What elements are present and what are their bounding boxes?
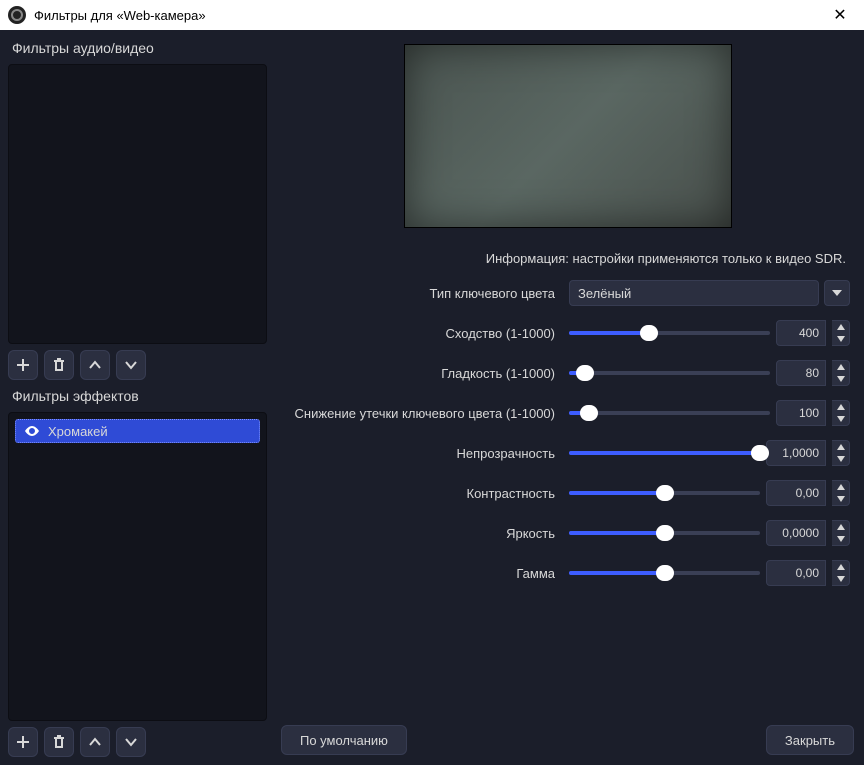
setting-row: Гамма 0,00 bbox=[281, 560, 850, 586]
slider[interactable] bbox=[569, 411, 770, 415]
spin-buttons[interactable] bbox=[832, 400, 850, 426]
spin-up-icon[interactable] bbox=[832, 321, 849, 333]
preview-area bbox=[281, 38, 854, 234]
setting-row: Снижение утечки ключевого цвета (1-1000)… bbox=[281, 400, 850, 426]
slider[interactable] bbox=[569, 371, 770, 375]
slider[interactable] bbox=[569, 331, 770, 335]
value-input[interactable]: 0,00 bbox=[766, 560, 826, 586]
av-filters-label: Фильтры аудио/видео bbox=[8, 38, 267, 58]
av-add-button[interactable] bbox=[8, 350, 38, 380]
row-key-color-type: Тип ключевого цвета Зелёный bbox=[281, 280, 850, 306]
filter-item-label: Хромакей bbox=[48, 424, 108, 439]
slider[interactable] bbox=[569, 571, 760, 575]
slider-thumb[interactable] bbox=[656, 485, 674, 501]
slider-thumb[interactable] bbox=[580, 405, 598, 421]
slider[interactable] bbox=[569, 451, 760, 455]
spin-up-icon[interactable] bbox=[832, 401, 849, 413]
setting-label: Яркость bbox=[281, 526, 561, 541]
av-move-up-button[interactable] bbox=[80, 350, 110, 380]
slider-thumb[interactable] bbox=[751, 445, 769, 461]
left-panel: Фильтры аудио/видео Фильтры эффектов Хро… bbox=[0, 30, 275, 765]
value-input[interactable]: 0,00 bbox=[766, 480, 826, 506]
setting-label: Гладкость (1-1000) bbox=[281, 366, 561, 381]
key-type-dropdown[interactable]: Зелёный bbox=[569, 280, 819, 306]
defaults-button[interactable]: По умолчанию bbox=[281, 725, 407, 755]
key-type-dropdown-arrow[interactable] bbox=[824, 280, 850, 306]
spin-up-icon[interactable] bbox=[832, 561, 849, 573]
value-input[interactable]: 0,0000 bbox=[766, 520, 826, 546]
slider[interactable] bbox=[569, 491, 760, 495]
spin-buttons[interactable] bbox=[832, 520, 850, 546]
value-input[interactable]: 80 bbox=[776, 360, 826, 386]
av-filters-list[interactable] bbox=[8, 64, 267, 344]
spin-buttons[interactable] bbox=[832, 360, 850, 386]
spin-down-icon[interactable] bbox=[832, 493, 849, 505]
setting-label: Гамма bbox=[281, 566, 561, 581]
av-move-down-button[interactable] bbox=[116, 350, 146, 380]
setting-label: Сходство (1-1000) bbox=[281, 326, 561, 341]
titlebar: Фильтры для «Web-камера» ✕ bbox=[0, 0, 864, 30]
slider-thumb[interactable] bbox=[656, 565, 674, 581]
setting-label: Снижение утечки ключевого цвета (1-1000) bbox=[281, 406, 561, 421]
close-button[interactable]: Закрыть bbox=[766, 725, 854, 755]
value-input[interactable]: 400 bbox=[776, 320, 826, 346]
spin-down-icon[interactable] bbox=[832, 373, 849, 385]
settings-area: Информация: настройки применяются только… bbox=[281, 244, 854, 717]
setting-label: Контрастность bbox=[281, 486, 561, 501]
key-type-value: Зелёный bbox=[578, 286, 631, 301]
fx-filters-label: Фильтры эффектов bbox=[8, 386, 267, 406]
spin-buttons[interactable] bbox=[832, 440, 850, 466]
value-input[interactable]: 100 bbox=[776, 400, 826, 426]
fx-filters-list[interactable]: Хромакей bbox=[8, 412, 267, 721]
slider-thumb[interactable] bbox=[656, 525, 674, 541]
av-toolbar bbox=[8, 350, 267, 380]
fx-delete-button[interactable] bbox=[44, 727, 74, 757]
spin-up-icon[interactable] bbox=[832, 441, 849, 453]
spin-buttons[interactable] bbox=[832, 560, 850, 586]
filter-item-chromakey[interactable]: Хромакей bbox=[15, 419, 260, 443]
window-title: Фильтры для «Web-камера» bbox=[34, 8, 820, 23]
setting-row: Гладкость (1-1000) 80 bbox=[281, 360, 850, 386]
setting-label: Непрозрачность bbox=[281, 446, 561, 461]
setting-row: Яркость 0,0000 bbox=[281, 520, 850, 546]
setting-row: Сходство (1-1000) 400 bbox=[281, 320, 850, 346]
obs-logo-icon bbox=[8, 6, 26, 24]
visibility-icon[interactable] bbox=[24, 423, 40, 439]
setting-row: Непрозрачность 1,0000 bbox=[281, 440, 850, 466]
spin-buttons[interactable] bbox=[832, 320, 850, 346]
fx-add-button[interactable] bbox=[8, 727, 38, 757]
setting-row: Контрастность 0,00 bbox=[281, 480, 850, 506]
slider[interactable] bbox=[569, 531, 760, 535]
right-panel: Информация: настройки применяются только… bbox=[275, 30, 864, 765]
window-body: Фильтры аудио/видео Фильтры эффектов Хро… bbox=[0, 30, 864, 765]
video-preview bbox=[404, 44, 732, 228]
spin-up-icon[interactable] bbox=[832, 521, 849, 533]
fx-toolbar bbox=[8, 727, 267, 757]
value-input[interactable]: 1,0000 bbox=[766, 440, 826, 466]
spin-down-icon[interactable] bbox=[832, 333, 849, 345]
slider-thumb[interactable] bbox=[576, 365, 594, 381]
spin-up-icon[interactable] bbox=[832, 481, 849, 493]
footer: По умолчанию Закрыть bbox=[281, 717, 854, 755]
slider-thumb[interactable] bbox=[640, 325, 658, 341]
close-window-button[interactable]: ✕ bbox=[820, 0, 860, 30]
spin-down-icon[interactable] bbox=[832, 413, 849, 425]
spin-down-icon[interactable] bbox=[832, 453, 849, 465]
fx-move-down-button[interactable] bbox=[116, 727, 146, 757]
spin-up-icon[interactable] bbox=[832, 361, 849, 373]
spin-down-icon[interactable] bbox=[832, 573, 849, 585]
spin-buttons[interactable] bbox=[832, 480, 850, 506]
info-text: Информация: настройки применяются только… bbox=[481, 250, 846, 268]
key-type-label: Тип ключевого цвета bbox=[281, 286, 561, 301]
av-delete-button[interactable] bbox=[44, 350, 74, 380]
spin-down-icon[interactable] bbox=[832, 533, 849, 545]
fx-move-up-button[interactable] bbox=[80, 727, 110, 757]
